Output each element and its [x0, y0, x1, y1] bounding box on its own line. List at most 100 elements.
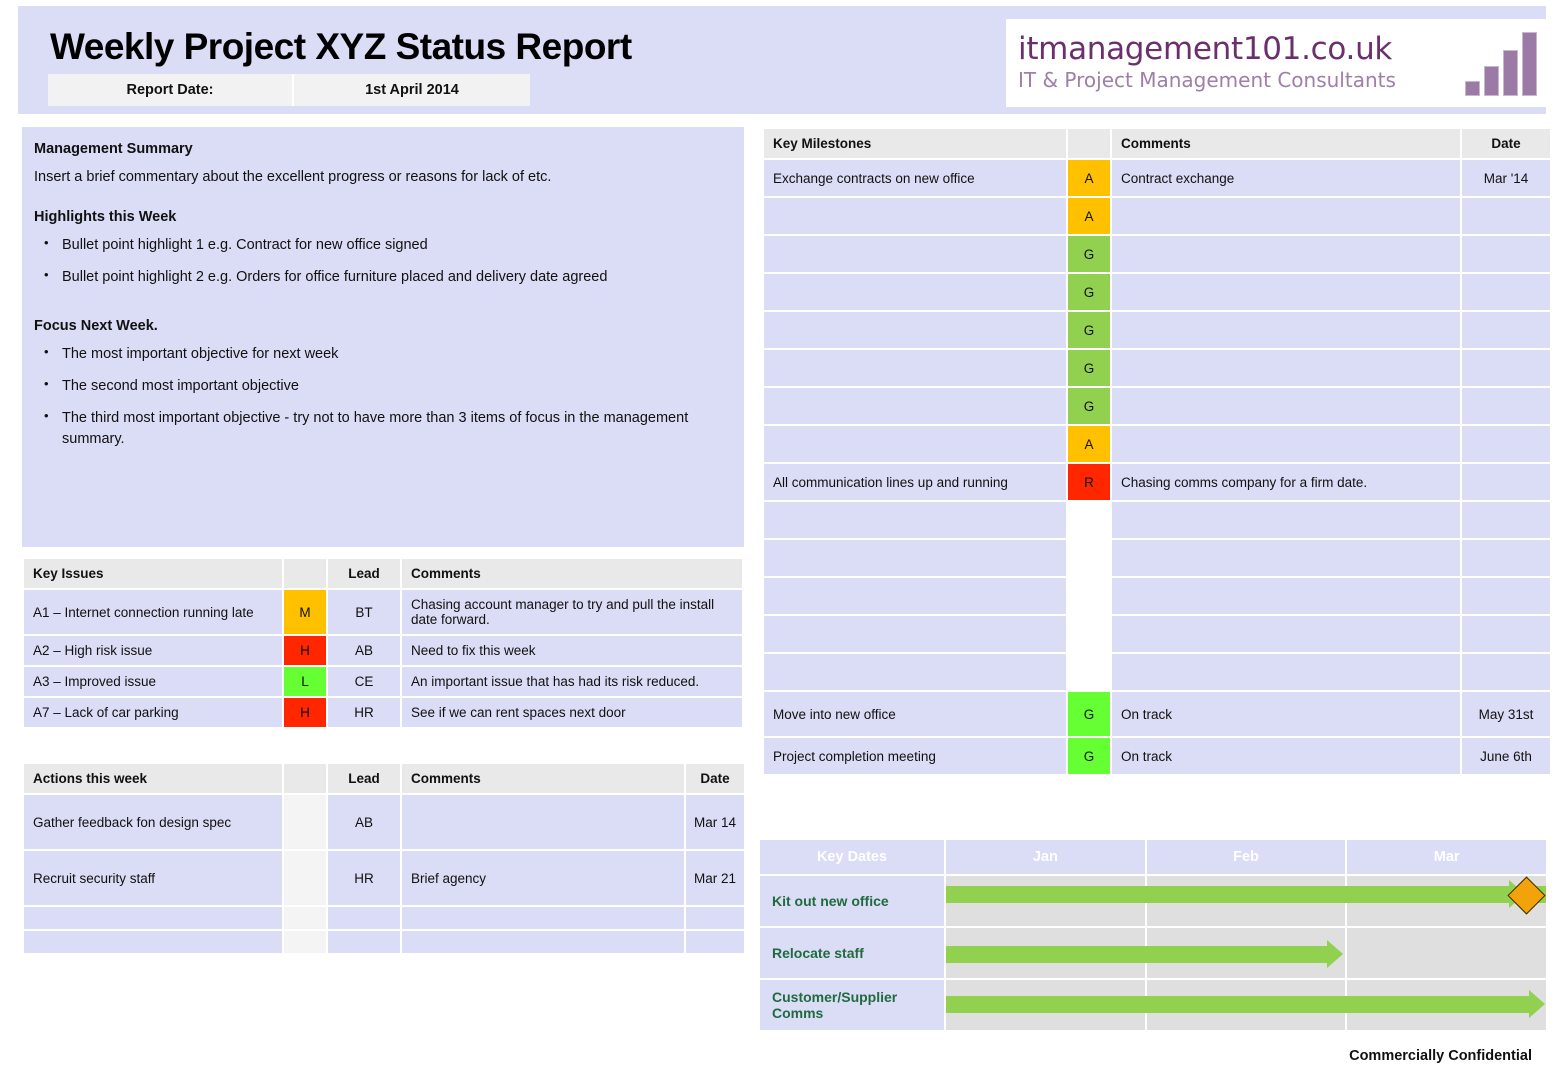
table-row[interactable]: A7 – Lack of car parking H HR See if we … [24, 698, 742, 727]
milestone-text [764, 540, 1066, 576]
table-row[interactable]: A [764, 198, 1550, 234]
milestone-text: Move into new office [764, 692, 1066, 736]
rag-status-badge [284, 931, 326, 953]
milestone-text [764, 616, 1066, 652]
rag-status-badge: H [284, 636, 326, 665]
milestone-date [1462, 312, 1550, 348]
key-milestones-section: Key Milestones Comments Date Exchange co… [762, 127, 1546, 776]
table-row[interactable]: G [764, 350, 1550, 386]
page-title: Weekly Project XYZ Status Report [50, 26, 632, 68]
bar-chart-icon [1465, 30, 1551, 96]
milestone-text [764, 426, 1066, 462]
table-row[interactable]: A3 – Improved issue L CE An important is… [24, 667, 742, 696]
management-summary-body: Insert a brief commentary about the exce… [34, 169, 732, 185]
milestone-text [764, 578, 1066, 614]
rag-status-badge: G [1068, 312, 1110, 348]
list-item: The second most important objective [34, 376, 732, 397]
milestone-comments [1112, 578, 1460, 614]
milestone-comments [1112, 654, 1460, 690]
rag-status-badge [1068, 654, 1110, 690]
column-header-lead: Lead [328, 764, 400, 793]
table-row[interactable]: Gather feedback fon design spec AB Mar 1… [24, 795, 744, 849]
milestone-date [1462, 616, 1550, 652]
milestone-date [1462, 198, 1550, 234]
table-header-row: Actions this week Lead Comments Date [24, 764, 744, 793]
table-row[interactable]: G [764, 388, 1550, 424]
actions-section: Actions this week Lead Comments Date Gat… [22, 762, 744, 955]
milestone-date [1462, 654, 1550, 690]
rag-status-badge [284, 851, 326, 905]
gantt-track [946, 876, 1546, 926]
column-header-date: Date [1462, 129, 1550, 158]
table-row[interactable] [24, 931, 744, 953]
list-item: The third most important objective - try… [34, 408, 732, 450]
confidentiality-footer: Commercially Confidential [1349, 1048, 1532, 1064]
report-date-value: 1st April 2014 [294, 74, 530, 106]
rag-status-badge: A [1068, 426, 1110, 462]
milestone-text: All communication lines up and running [764, 464, 1066, 500]
issue-text: A7 – Lack of car parking [24, 698, 282, 727]
gantt-bar-arrowhead [946, 886, 1510, 903]
milestone-date [1462, 540, 1550, 576]
column-header-comments: Comments [1112, 129, 1460, 158]
milestone-date [1462, 388, 1550, 424]
action-lead [328, 907, 400, 929]
action-comments [402, 795, 684, 849]
logo-tagline: IT & Project Management Consultants [1018, 68, 1465, 93]
issue-lead: HR [328, 698, 400, 727]
milestone-text [764, 274, 1066, 310]
gantt-row-label: Customer/Supplier Comms [760, 980, 944, 1030]
action-date [686, 931, 744, 953]
table-row[interactable]: Exchange contracts on new office A Contr… [764, 160, 1550, 196]
milestone-comments [1112, 312, 1460, 348]
rag-status-badge: L [284, 667, 326, 696]
table-row[interactable]: All communication lines up and running R… [764, 464, 1550, 500]
action-text [24, 907, 282, 929]
table-row[interactable]: A [764, 426, 1550, 462]
actions-table: Actions this week Lead Comments Date Gat… [22, 762, 746, 955]
gantt-row-label: Relocate staff [760, 928, 944, 978]
rag-status-badge: A [1068, 160, 1110, 196]
milestone-date [1462, 350, 1550, 386]
table-row[interactable]: A2 – High risk issue H AB Need to fix th… [24, 636, 742, 665]
table-header-row: Key Milestones Comments Date [764, 129, 1550, 158]
table-row[interactable] [24, 907, 744, 929]
action-comments [402, 907, 684, 929]
milestone-comments [1112, 198, 1460, 234]
table-row[interactable]: A1 – Internet connection running late M … [24, 590, 742, 634]
table-row[interactable]: Recruit security staff HR Brief agency M… [24, 851, 744, 905]
table-row[interactable] [764, 654, 1550, 690]
milestone-text [764, 388, 1066, 424]
milestone-date [1462, 502, 1550, 538]
table-row[interactable]: Project completion meeting G On track Ju… [764, 738, 1550, 774]
rag-status-badge [1068, 578, 1110, 614]
rag-status-badge [1068, 540, 1110, 576]
table-row[interactable] [764, 578, 1550, 614]
rag-status-badge: M [284, 590, 326, 634]
milestone-comments [1112, 540, 1460, 576]
table-row[interactable]: Move into new office G On track May 31st [764, 692, 1550, 736]
rag-status-badge: G [1068, 738, 1110, 774]
table-row[interactable] [764, 502, 1550, 538]
table-row[interactable]: G [764, 312, 1550, 348]
issue-text: A1 – Internet connection running late [24, 590, 282, 634]
table-row[interactable] [764, 616, 1550, 652]
issue-comments: Chasing account manager to try and pull … [402, 590, 742, 634]
action-date: Mar 14 [686, 795, 744, 849]
action-lead [328, 931, 400, 953]
milestone-comments [1112, 502, 1460, 538]
rag-status-badge: G [1068, 388, 1110, 424]
milestone-text [764, 654, 1066, 690]
action-text: Gather feedback fon design spec [24, 795, 282, 849]
highlights-list: Bullet point highlight 1 e.g. Contract f… [34, 235, 732, 288]
milestone-text [764, 312, 1066, 348]
table-row[interactable] [764, 540, 1550, 576]
milestone-comments [1112, 236, 1460, 272]
table-row[interactable]: G [764, 236, 1550, 272]
column-header-rag [284, 764, 326, 793]
company-logo: itmanagement101.co.uk IT & Project Manag… [1006, 19, 1551, 107]
table-row[interactable]: G [764, 274, 1550, 310]
gantt-axis-tick-jan: Jan [946, 840, 1145, 874]
gantt-axis-tick-mar: Mar [1347, 840, 1546, 874]
rag-status-badge [284, 795, 326, 849]
